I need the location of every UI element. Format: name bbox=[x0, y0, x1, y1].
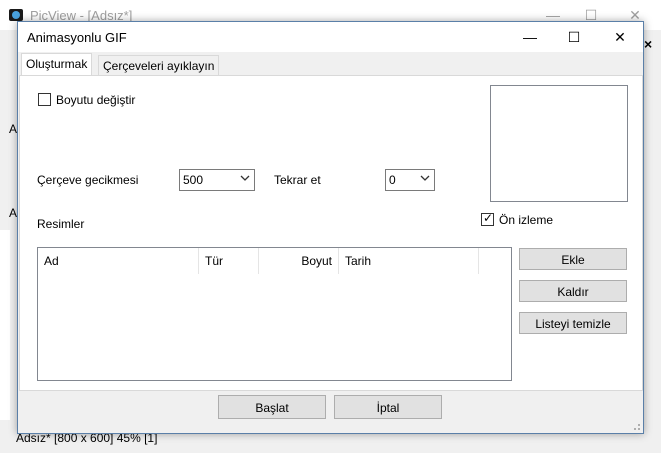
background-canvas-area bbox=[0, 230, 10, 420]
dialog-title: Animasyonlu GIF bbox=[27, 30, 127, 45]
animated-gif-dialog: Animasyonlu GIF — ☐ ✕ Oluşturmak Çerçeve… bbox=[17, 21, 644, 434]
images-list[interactable]: Ad Tür Boyut Tarih bbox=[37, 247, 512, 381]
dialog-minimize-button[interactable]: — bbox=[508, 22, 552, 52]
background-left-label-2: A bbox=[9, 206, 18, 220]
frame-delay-combo[interactable]: 500 bbox=[179, 169, 255, 191]
resize-grip-icon[interactable] bbox=[631, 421, 641, 431]
repeat-value: 0 bbox=[389, 173, 396, 187]
remove-button[interactable]: Kaldır bbox=[519, 280, 627, 302]
add-button[interactable]: Ekle bbox=[519, 248, 627, 270]
resize-checkbox-label: Boyutu değiştir bbox=[56, 93, 136, 107]
images-label: Resimler bbox=[37, 217, 85, 231]
tab-create[interactable]: Oluşturmak bbox=[21, 53, 93, 76]
dialog-close-button[interactable]: ✕ bbox=[598, 22, 642, 52]
repeat-combo[interactable]: 0 bbox=[385, 169, 435, 191]
chevron-down-icon bbox=[240, 175, 250, 181]
clear-list-button[interactable]: Listeyi temizle bbox=[519, 312, 627, 334]
cancel-button[interactable]: İptal bbox=[334, 395, 442, 419]
tab-extract-frames[interactable]: Çerçeveleri ayıklayın bbox=[98, 55, 220, 76]
column-header-date[interactable]: Tarih bbox=[339, 248, 479, 274]
repeat-label: Tekrar et bbox=[274, 173, 321, 187]
background-close-panel-icon[interactable]: × bbox=[644, 36, 652, 52]
preview-checkbox-label: Ön izleme bbox=[499, 213, 554, 227]
column-header-size[interactable]: Boyut bbox=[259, 248, 339, 274]
dialog-maximize-button[interactable]: ☐ bbox=[552, 22, 596, 52]
frame-delay-value: 500 bbox=[183, 173, 204, 187]
checkmark-icon: ✓ bbox=[483, 211, 494, 225]
frame-delay-label: Çerçeve gecikmesi bbox=[37, 173, 139, 187]
gif-preview-box bbox=[490, 85, 628, 202]
create-tab-panel: Boyutu değiştir Çerçeve gecikmesi 500 Te… bbox=[19, 75, 643, 391]
preview-checkbox[interactable]: ✓ bbox=[481, 211, 494, 226]
column-header-type[interactable]: Tür bbox=[199, 248, 259, 274]
chevron-down-icon bbox=[420, 175, 430, 181]
resize-checkbox[interactable] bbox=[38, 93, 51, 106]
start-button[interactable]: Başlat bbox=[218, 395, 326, 419]
column-header-name[interactable]: Ad bbox=[38, 248, 199, 274]
dialog-titlebar: Animasyonlu GIF — ☐ ✕ bbox=[18, 22, 643, 52]
background-left-label-1: A bbox=[9, 122, 18, 136]
